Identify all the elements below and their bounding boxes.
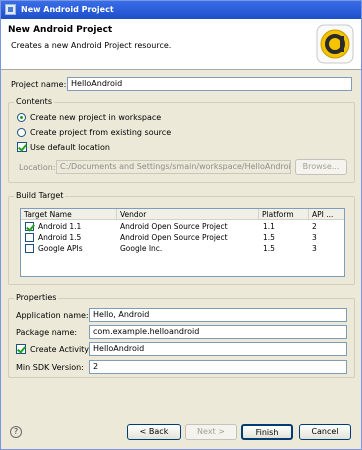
table-cell: 1.5 [263, 233, 275, 242]
banner-description: Creates a new Android Project resource. [11, 41, 172, 50]
application-name-label: Application name: [16, 311, 89, 320]
target-checkbox-android-1-1[interactable] [25, 222, 34, 231]
android-adt-logo-icon [316, 24, 354, 64]
create-activity-input[interactable]: HelloAndroid [89, 342, 347, 356]
location-input[interactable]: C:/Documents and Settings/smain/workspac… [56, 160, 291, 174]
back-button[interactable]: < Back [127, 424, 181, 440]
next-button[interactable]: Next > [185, 424, 237, 440]
package-name-label: Package name: [16, 328, 78, 337]
table-cell: 1.1 [263, 222, 275, 231]
min-sdk-version-label: Min SDK Version: [16, 363, 84, 372]
help-icon[interactable]: ? [10, 426, 22, 438]
properties-legend: Properties [14, 293, 59, 302]
title-bar[interactable]: New Android Project [1, 1, 361, 19]
table-cell: Android Open Source Project [120, 222, 228, 231]
table-cell: 2 [312, 222, 317, 231]
create-activity-label[interactable]: Create Activity: [30, 345, 91, 354]
table-cell: 1.5 [263, 244, 275, 253]
table-cell: Google Inc. [120, 244, 163, 253]
use-default-location-label[interactable]: Use default location [30, 143, 110, 152]
table-cell: 3 [312, 244, 317, 253]
min-sdk-version-input[interactable]: 2 [89, 360, 347, 374]
table-cell: Android 1.1 [38, 222, 82, 231]
table-cell: Android 1.5 [38, 233, 82, 242]
build-target-legend: Build Target [14, 191, 66, 200]
create-activity-checkbox[interactable] [16, 344, 26, 354]
application-name-input[interactable]: Hello, Android [89, 308, 347, 322]
browse-button[interactable]: Browse... [295, 159, 347, 175]
table-cell: Android Open Source Project [120, 233, 228, 242]
create-from-existing-label[interactable]: Create project from existing source [30, 128, 171, 137]
create-new-project-label[interactable]: Create new project in workspace [30, 113, 161, 122]
column-header-platform[interactable]: Platform [259, 209, 309, 220]
create-new-project-radio[interactable] [17, 113, 26, 122]
column-header-target-name[interactable]: Target Name [21, 209, 117, 220]
window-icon [5, 4, 16, 15]
column-header-vendor[interactable]: Vendor [117, 209, 259, 220]
table-cell: 3 [312, 233, 317, 242]
wizard-banner: New Android Project Creates a new Androi… [1, 19, 361, 70]
build-target-table[interactable]: Target Name Vendor Platform API ... Andr… [20, 208, 345, 277]
finish-button[interactable]: Finish [241, 424, 293, 440]
project-name-input[interactable]: HelloAndroid [67, 77, 352, 91]
contents-legend: Contents [14, 97, 54, 106]
target-checkbox-android-1-5[interactable] [25, 233, 34, 242]
target-checkbox-google-apis[interactable] [25, 244, 34, 253]
location-label: Location: [19, 163, 56, 172]
cancel-button[interactable]: Cancel [299, 424, 351, 440]
window-title: New Android Project [21, 5, 114, 14]
banner-title: New Android Project [8, 25, 113, 35]
table-cell: Google APIs [38, 244, 83, 253]
use-default-location-checkbox[interactable] [17, 142, 27, 152]
create-from-existing-radio[interactable] [17, 128, 26, 137]
new-android-project-dialog: New Android Project New Android Project … [0, 0, 362, 450]
package-name-input[interactable]: com.example.helloandroid [89, 325, 347, 339]
column-header-api[interactable]: API ... [309, 209, 344, 220]
project-name-label: Project name: [11, 80, 67, 89]
